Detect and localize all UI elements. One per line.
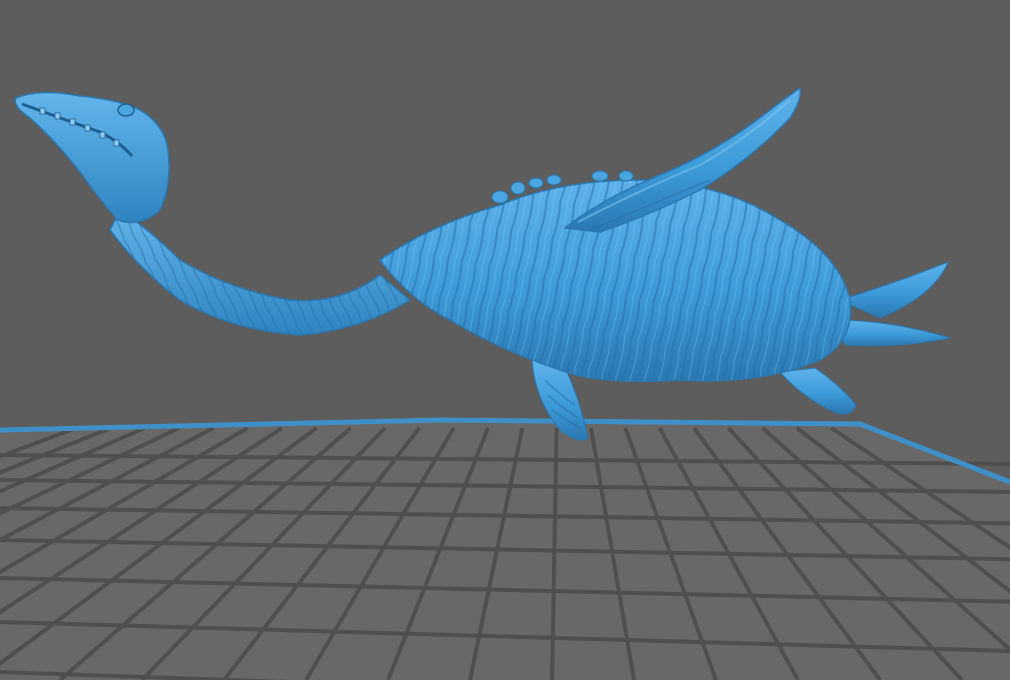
rear-flipper bbox=[778, 367, 857, 415]
scene-canvas[interactable] bbox=[0, 0, 1010, 680]
eye bbox=[117, 103, 135, 117]
build-plate bbox=[0, 417, 1010, 680]
tail-upper bbox=[838, 261, 949, 319]
3d-viewport[interactable] bbox=[0, 0, 1010, 680]
plesiosaur-model[interactable] bbox=[14, 86, 951, 441]
tail-lower bbox=[834, 319, 951, 347]
head bbox=[14, 91, 170, 224]
